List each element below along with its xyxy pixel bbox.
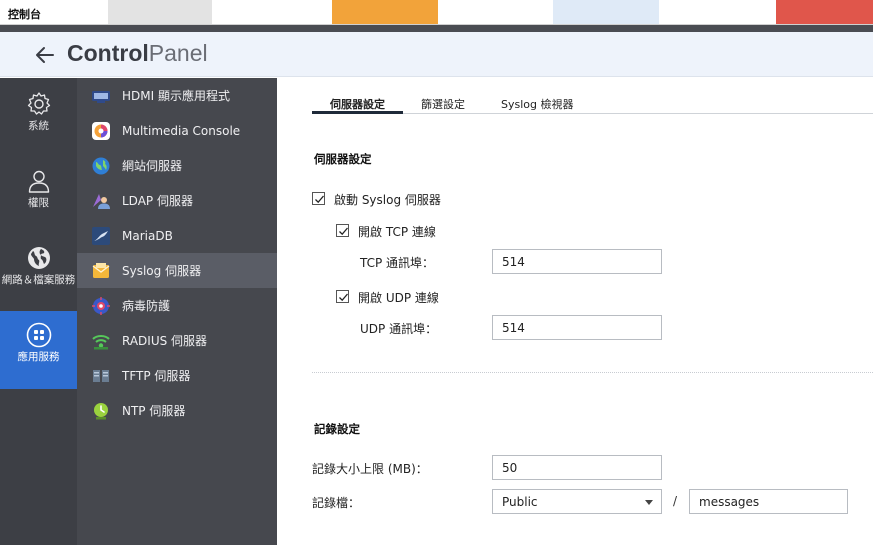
gear-icon: [27, 92, 50, 115]
rail-item-label: 網路＆檔案服務: [1, 274, 76, 286]
log-folder-value: Public: [502, 495, 538, 509]
section-title-server: 伺服器設定: [314, 152, 372, 166]
content-panel: 伺服器設定 篩選設定 Syslog 檢視器 伺服器設定 啟動 Syslog 伺服…: [277, 78, 873, 545]
page-title: ControlPanel: [67, 40, 208, 67]
app-item-label: TFTP 伺服器: [122, 369, 191, 383]
app-item-label: Syslog 伺服器: [122, 264, 202, 278]
rail-item-app-services[interactable]: 應用服務: [0, 311, 77, 389]
hdmi-icon: [92, 90, 110, 103]
globe-icon: [27, 247, 50, 269]
checkmark-icon: [339, 227, 348, 236]
page-title-bold: Control: [67, 40, 149, 66]
udp-port-input[interactable]: 514: [492, 315, 662, 340]
log-file-label: 記錄檔：: [312, 496, 361, 510]
app-item-syslog[interactable]: Syslog 伺服器: [77, 253, 277, 288]
app-item-multimedia-console[interactable]: Multimedia Console: [77, 113, 277, 148]
window-title: 控制台: [8, 8, 41, 21]
app-item-ntp[interactable]: NTP 伺服器: [77, 393, 277, 428]
radius-icon: [92, 334, 110, 349]
app-item-label: MariaDB: [122, 228, 173, 243]
ldap-icon: [93, 193, 110, 209]
app-item-ldap[interactable]: LDAP 伺服器: [77, 183, 277, 218]
back-arrow-icon[interactable]: [34, 44, 56, 66]
tcp-port-input[interactable]: 514: [492, 249, 662, 274]
background-tile-blue: [553, 0, 659, 24]
rail-item-network-file[interactable]: 網路＆檔案服務: [0, 244, 77, 306]
app-item-antivirus[interactable]: 病毒防護: [77, 288, 277, 323]
max-size-input[interactable]: 50: [492, 455, 662, 480]
window-titlebar: 控制台: [0, 0, 873, 25]
rail-item-label: 權限: [28, 197, 49, 209]
multimedia-icon: [92, 121, 110, 140]
mariadb-icon: [92, 226, 110, 245]
checkmark-icon: [315, 195, 324, 204]
user-icon: [28, 170, 49, 193]
app-list: HDMI 顯示應用程式 Multimedia Console 網站伺服器 LDA…: [77, 78, 277, 545]
enable-syslog-checkbox[interactable]: [312, 192, 325, 205]
active-tab-indicator: [312, 111, 403, 114]
app-item-label: LDAP 伺服器: [122, 194, 193, 208]
app-item-label: NTP 伺服器: [122, 404, 186, 418]
app-header: ControlPanel: [0, 32, 873, 77]
section-divider: [312, 372, 873, 373]
checkmark-icon: [339, 293, 348, 302]
rail-item-label: 系統: [28, 120, 49, 132]
window-divider-bar: [0, 25, 873, 32]
log-folder-select[interactable]: Public: [492, 489, 662, 514]
log-filename-input[interactable]: messages: [689, 489, 848, 514]
rail-item-system[interactable]: 系統: [0, 88, 77, 150]
category-rail: 系統 權限 網路＆檔案服務 應用服務: [0, 78, 77, 545]
app-item-label: 病毒防護: [122, 299, 171, 313]
app-item-label: 網站伺服器: [122, 159, 183, 173]
enable-syslog-label: 啟動 Syslog 伺服器: [334, 193, 441, 207]
path-separator: /: [673, 494, 678, 508]
antivirus-icon: [92, 296, 110, 315]
app-item-mariadb[interactable]: MariaDB: [77, 218, 277, 253]
udp-port-label: UDP 通訊埠：: [360, 322, 438, 336]
max-size-label: 記錄大小上限 (MB)：: [312, 462, 428, 476]
enable-tcp-checkbox[interactable]: [336, 224, 349, 237]
app-item-hdmi[interactable]: HDMI 顯示應用程式: [77, 78, 277, 113]
chevron-down-icon: [645, 500, 653, 505]
app-item-label: RADIUS 伺服器: [122, 334, 208, 348]
tcp-port-label: TCP 通訊埠：: [360, 256, 435, 270]
app-item-radius[interactable]: RADIUS 伺服器: [77, 323, 277, 358]
enable-udp-label: 開啟 UDP 連線: [358, 291, 439, 305]
tftp-icon: [93, 369, 109, 382]
web-server-icon: [92, 157, 110, 174]
enable-tcp-label: 開啟 TCP 連線: [358, 225, 436, 239]
app-item-label: Multimedia Console: [122, 123, 241, 138]
app-item-tftp[interactable]: TFTP 伺服器: [77, 358, 277, 393]
enable-udp-checkbox[interactable]: [336, 290, 349, 303]
background-tile-orange: [332, 0, 438, 24]
syslog-icon: [92, 262, 110, 278]
section-title-log: 記錄設定: [314, 422, 360, 436]
app-item-web-server[interactable]: 網站伺服器: [77, 148, 277, 183]
background-tile-red: [776, 0, 873, 24]
page-title-light: Panel: [148, 40, 208, 66]
grid-icon: [26, 322, 51, 348]
app-item-label: HDMI 顯示應用程式: [122, 89, 230, 103]
background-tile-gray: [108, 0, 212, 24]
rail-item-privilege[interactable]: 權限: [0, 166, 77, 226]
rail-item-label: 應用服務: [17, 351, 60, 363]
ntp-icon: [94, 402, 108, 419]
